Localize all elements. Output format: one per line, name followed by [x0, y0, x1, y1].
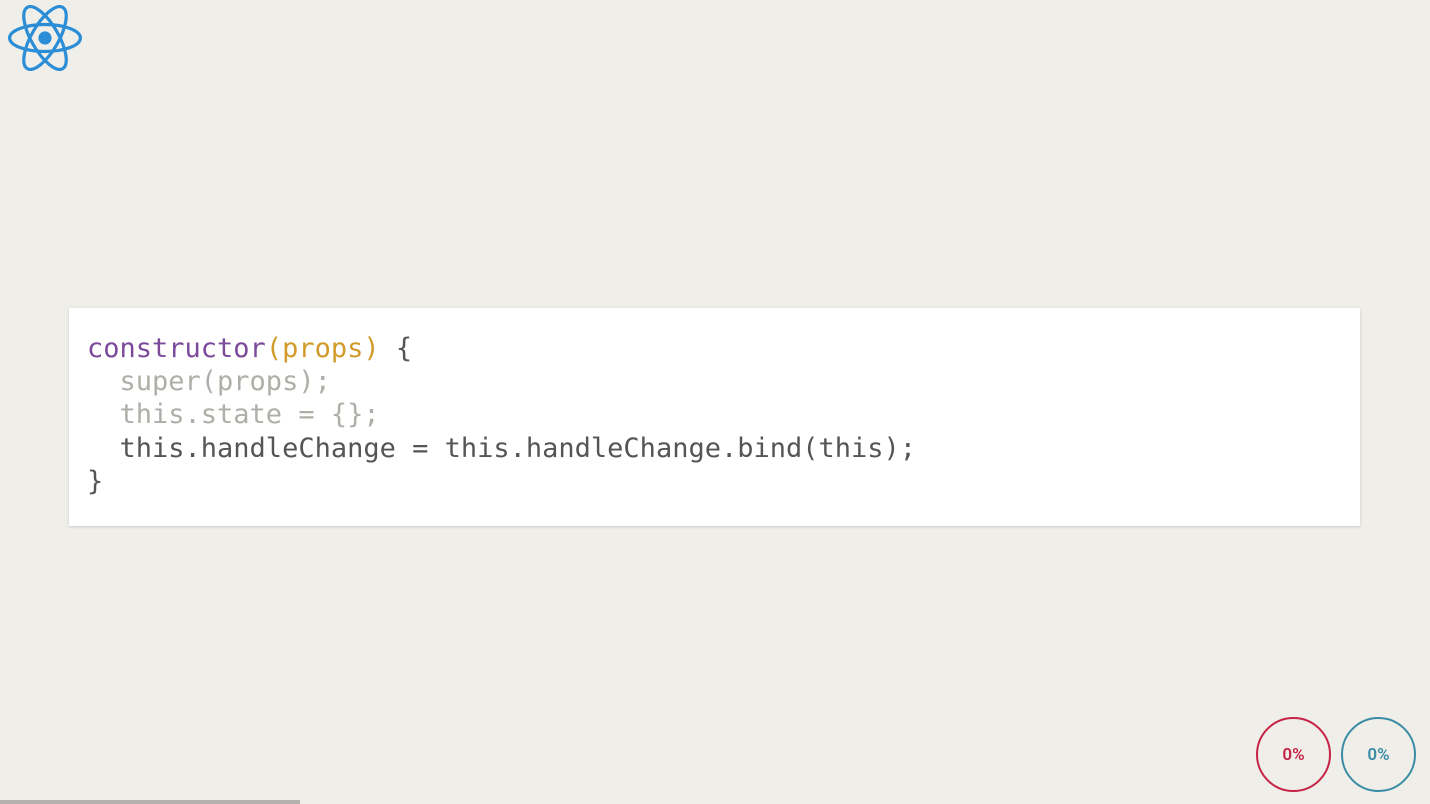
code-line-super: super(props);	[87, 366, 331, 397]
progress-indicators: 0% 0%	[1256, 717, 1416, 792]
code-params: (props)	[266, 333, 380, 364]
react-logo-icon	[8, 5, 82, 75]
bottom-progress-bar	[0, 800, 300, 804]
code-close-brace: }	[87, 466, 103, 497]
progress-pill-red: 0%	[1256, 717, 1331, 792]
progress-value-red: 0%	[1282, 745, 1304, 765]
code-line-state: this.state = {};	[87, 399, 380, 430]
code-line-bind: this.handleChange = this.handleChange.bi…	[87, 433, 916, 464]
code-keyword: constructor	[87, 333, 266, 364]
progress-value-blue: 0%	[1367, 745, 1389, 765]
code-open-brace: {	[380, 333, 413, 364]
progress-pill-blue: 0%	[1341, 717, 1416, 792]
code-block: constructor(props) { super(props); this.…	[69, 308, 1360, 526]
